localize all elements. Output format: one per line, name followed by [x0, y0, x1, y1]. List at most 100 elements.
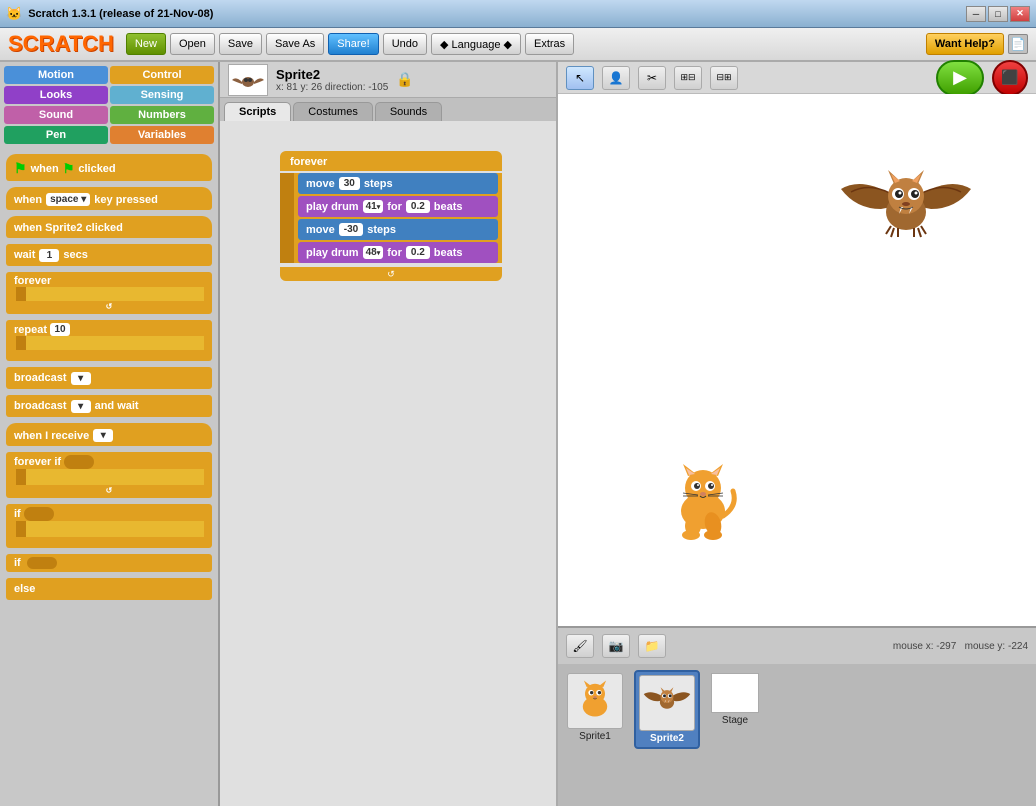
- titlebar-title: Scratch 1.3.1 (release of 21-Nov-08): [28, 8, 213, 20]
- when-sprite-clicked-block[interactable]: when Sprite2 clicked: [6, 216, 212, 238]
- middle-panel: Sprite2 x: 81 y: 26 direction: -105 🔒 Sc…: [220, 62, 556, 806]
- else-block[interactable]: else: [6, 578, 212, 600]
- broadcast-wait-dropdown[interactable]: ▾: [71, 400, 91, 413]
- sprite-header: Sprite2 x: 81 y: 26 direction: -105 🔒: [220, 62, 556, 98]
- wait-value[interactable]: 1: [39, 249, 59, 262]
- if-else-block[interactable]: if: [6, 554, 212, 572]
- when-clicked-label: when: [31, 163, 59, 175]
- category-sensing[interactable]: Sensing: [110, 86, 214, 104]
- when-receive-block[interactable]: when I receive ▾: [6, 423, 212, 446]
- minimize-button[interactable]: ─: [966, 6, 986, 22]
- new-sprite-folder-button[interactable]: 📁: [638, 634, 666, 658]
- menubar: SCRATCH New Open Save Save As Share! Und…: [0, 28, 1036, 62]
- help-button[interactable]: Want Help?: [926, 33, 1004, 55]
- forever-if-block[interactable]: forever if ↺: [6, 452, 212, 498]
- stage-view[interactable]: [558, 94, 1036, 626]
- scratch-logo: SCRATCH: [8, 31, 114, 57]
- stamp-tool[interactable]: 👤: [602, 66, 630, 90]
- category-sound[interactable]: Sound: [4, 106, 108, 124]
- share-button[interactable]: Share!: [328, 33, 378, 55]
- scissors-tool[interactable]: ✂: [638, 66, 666, 90]
- sprite-coords: x: 81 y: 26 direction: -105: [276, 82, 388, 93]
- receive-dropdown[interactable]: ▾: [93, 429, 113, 442]
- when-key-pressed-block[interactable]: when space ▾ key pressed: [6, 187, 212, 210]
- new-button[interactable]: New: [126, 33, 166, 55]
- broadcast-block[interactable]: broadcast ▾: [6, 367, 212, 389]
- category-control[interactable]: Control: [110, 66, 214, 84]
- key-dropdown[interactable]: space ▾: [46, 193, 90, 206]
- forever-block[interactable]: forever ↺: [6, 272, 212, 314]
- tab-costumes[interactable]: Costumes: [293, 102, 373, 121]
- lock-icon[interactable]: 🔒: [396, 71, 413, 88]
- wait-block[interactable]: wait 1 secs: [6, 244, 212, 266]
- maximize-button[interactable]: □: [988, 6, 1008, 22]
- drum1-block[interactable]: play drum 41▾ for 0.2 beats: [298, 196, 498, 217]
- stop-button[interactable]: ⬛: [992, 60, 1028, 96]
- sprite-info: Sprite2 x: 81 y: 26 direction: -105: [276, 67, 388, 93]
- drum2-beats-unit: beats: [434, 247, 463, 259]
- sprite-name: Sprite2: [276, 67, 388, 82]
- sprite-thumbnail: [228, 64, 268, 96]
- tab-sounds[interactable]: Sounds: [375, 102, 442, 121]
- repeat-block[interactable]: repeat 10: [6, 320, 212, 361]
- new-sprite-photo-button[interactable]: 📷: [602, 634, 630, 658]
- stage-thumb[interactable]: Stage: [708, 670, 762, 729]
- category-pen[interactable]: Pen: [4, 126, 108, 144]
- open-button[interactable]: Open: [170, 33, 215, 55]
- category-looks[interactable]: Looks: [4, 86, 108, 104]
- category-buttons: Motion Control Looks Sensing Sound Numbe…: [0, 62, 218, 148]
- drum2-beats[interactable]: 0.2: [406, 246, 430, 259]
- broadcast-dropdown[interactable]: ▾: [71, 372, 91, 385]
- move2-steps[interactable]: -30: [339, 223, 363, 236]
- save-as-button[interactable]: Save As: [266, 33, 324, 55]
- go-button[interactable]: ▶: [936, 60, 984, 96]
- new-sprite-paint-button[interactable]: 🖌: [566, 634, 594, 658]
- move2-block[interactable]: move -30 steps: [298, 219, 498, 240]
- category-variables[interactable]: Variables: [110, 126, 214, 144]
- sprite-tray-area: 🖌 📷 📁 mouse x: -297 mouse y: -224: [558, 626, 1036, 806]
- when-clicked-block[interactable]: ⚑ when ⚑ clicked: [6, 154, 212, 181]
- cursor-tool[interactable]: ↖: [566, 66, 594, 90]
- bat-sprite[interactable]: [836, 154, 976, 274]
- right-panel: ↖ 👤 ✂ ⊞⊟ ⊟⊞ ▶ ⬛: [556, 62, 1036, 806]
- stage-toolbar: ↖ 👤 ✂ ⊞⊟ ⊟⊞ ▶ ⬛: [558, 62, 1036, 94]
- drum1-num[interactable]: 41▾: [363, 200, 384, 213]
- mouse-coords: mouse x: -297 mouse y: -224: [893, 641, 1028, 652]
- move1-unit: steps: [364, 178, 393, 190]
- close-button[interactable]: ✕: [1010, 6, 1030, 22]
- save-button[interactable]: Save: [219, 33, 262, 55]
- broadcast-wait-block[interactable]: broadcast ▾ and wait: [6, 395, 212, 417]
- cat-sprite[interactable]: [658, 456, 748, 546]
- if-block[interactable]: if: [6, 504, 212, 548]
- repeat-value[interactable]: 10: [50, 323, 70, 336]
- stage-thumb-name: Stage: [722, 715, 748, 726]
- sprite1-thumb[interactable]: Sprite1: [564, 670, 626, 745]
- category-motion[interactable]: Motion: [4, 66, 108, 84]
- sprite1-image: [567, 673, 623, 729]
- drum2-for: for: [387, 247, 402, 259]
- grow-tool[interactable]: ⊞⊟: [674, 66, 702, 90]
- stage-thumb-image: [711, 673, 759, 713]
- category-numbers[interactable]: Numbers: [110, 106, 214, 124]
- settings-icon[interactable]: 📄: [1008, 34, 1028, 54]
- sprite2-name: Sprite2: [650, 733, 684, 744]
- undo-button[interactable]: Undo: [383, 33, 427, 55]
- drum2-block[interactable]: play drum 48▾ for 0.2 beats: [298, 242, 498, 263]
- stop-icon: ⬛: [1001, 69, 1018, 86]
- sprite2-thumb[interactable]: Sprite2: [634, 670, 700, 749]
- main-area: Motion Control Looks Sensing Sound Numbe…: [0, 62, 1036, 806]
- forever-label: forever: [290, 156, 327, 168]
- blocks-area: ⚑ when ⚑ clicked when space ▾ key presse…: [0, 148, 218, 806]
- move1-block[interactable]: move 30 steps: [298, 173, 498, 194]
- move1-label: move: [306, 178, 335, 190]
- shrink-tool[interactable]: ⊟⊞: [710, 66, 738, 90]
- move1-steps[interactable]: 30: [339, 177, 360, 190]
- scripts-canvas[interactable]: forever move 30 steps play drum 41▾ for: [220, 121, 556, 806]
- drum2-num[interactable]: 48▾: [363, 246, 384, 259]
- drum1-beats[interactable]: 0.2: [406, 200, 430, 213]
- sprite2-image: [639, 675, 695, 731]
- tab-scripts[interactable]: Scripts: [224, 102, 291, 121]
- language-button[interactable]: ◆ Language ◆: [431, 33, 521, 55]
- forever-header: forever: [280, 151, 502, 171]
- extras-button[interactable]: Extras: [525, 33, 574, 55]
